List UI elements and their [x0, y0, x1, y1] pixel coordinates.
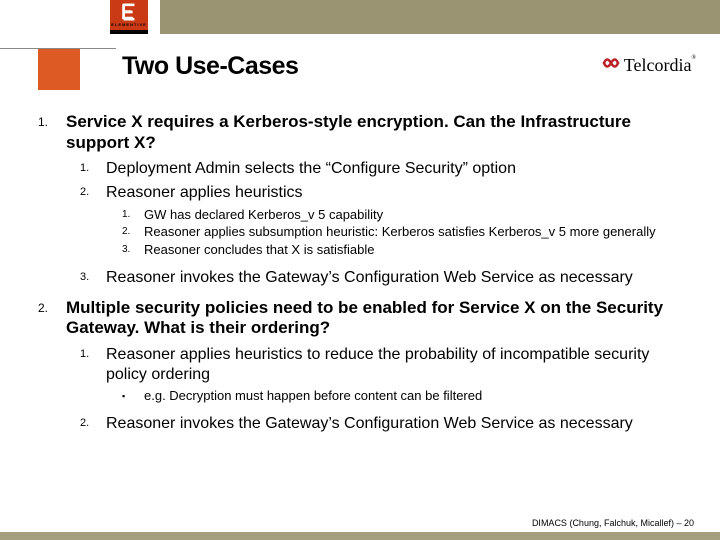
list-text: Reasoner invokes the Gateway’s Configura… — [106, 268, 690, 288]
title-divider — [0, 48, 116, 49]
list-number: 2. — [80, 183, 106, 203]
list-number: 3. — [122, 242, 144, 258]
list-number: 1. — [80, 345, 106, 384]
list-bullet: ▪ — [122, 388, 144, 404]
list-item: 1. Reasoner applies heuristics to reduce… — [80, 345, 690, 384]
slide-content: 1. Service X requires a Kerberos-style e… — [38, 112, 690, 443]
list-number: 3. — [80, 268, 106, 288]
list-number: 2. — [38, 298, 66, 339]
slide-title: Two Use-Cases — [122, 52, 298, 81]
top-bar: ELEMENTIVE — [0, 0, 720, 34]
list-text: e.g. Decryption must happen before conte… — [144, 388, 690, 404]
list-item: 2. Reasoner applies heuristics — [80, 183, 690, 203]
list-item: 3. Reasoner invokes the Gateway’s Config… — [80, 268, 690, 288]
e-letter-icon — [119, 3, 139, 21]
list-text: Reasoner applies subsumption heuristic: … — [144, 224, 690, 240]
list-text: Reasoner concludes that X is satisfiable — [144, 242, 690, 258]
list-item: 3. Reasoner concludes that X is satisfia… — [122, 242, 690, 258]
list-item: ▪ e.g. Decryption must happen before con… — [122, 388, 690, 404]
telcordia-logo: Telcordia® — [602, 54, 696, 77]
list-item: 2. Multiple security policies need to be… — [38, 298, 690, 434]
list-text: Multiple security policies need to be en… — [66, 298, 690, 339]
list-item: 2. Reasoner applies subsumption heuristi… — [122, 224, 690, 240]
top-beige-band — [160, 0, 720, 34]
elementive-label: ELEMENTIVE — [111, 22, 147, 27]
list-text: Service X requires a Kerberos-style encr… — [66, 112, 690, 153]
telcordia-text: Telcordia® — [624, 55, 696, 76]
list-item: 1. Deployment Admin selects the “Configu… — [80, 159, 690, 179]
list-number: 1. — [38, 112, 66, 153]
list-item: 1. Service X requires a Kerberos-style e… — [38, 112, 690, 288]
slide-footer: DIMACS (Chung, Falchuk, Micallef) – 20 — [532, 518, 694, 528]
elementive-logo: ELEMENTIVE — [110, 0, 148, 34]
list-number: 1. — [122, 207, 144, 223]
list-text: Reasoner applies heuristics to reduce th… — [106, 345, 690, 384]
bottom-beige-band — [0, 532, 720, 540]
list-number: 2. — [122, 224, 144, 240]
list-number: 2. — [80, 414, 106, 434]
telcordia-icon — [602, 54, 620, 77]
list-text: Deployment Admin selects the “Configure … — [106, 159, 690, 179]
list-number: 1. — [80, 159, 106, 179]
list-text: GW has declared Kerberos_v 5 capability — [144, 207, 690, 223]
list-text: Reasoner invokes the Gateway’s Configura… — [106, 414, 690, 434]
list-item: 1. GW has declared Kerberos_v 5 capabili… — [122, 207, 690, 223]
list-text: Reasoner applies heuristics — [106, 183, 690, 203]
list-item: 2. Reasoner invokes the Gateway’s Config… — [80, 414, 690, 434]
